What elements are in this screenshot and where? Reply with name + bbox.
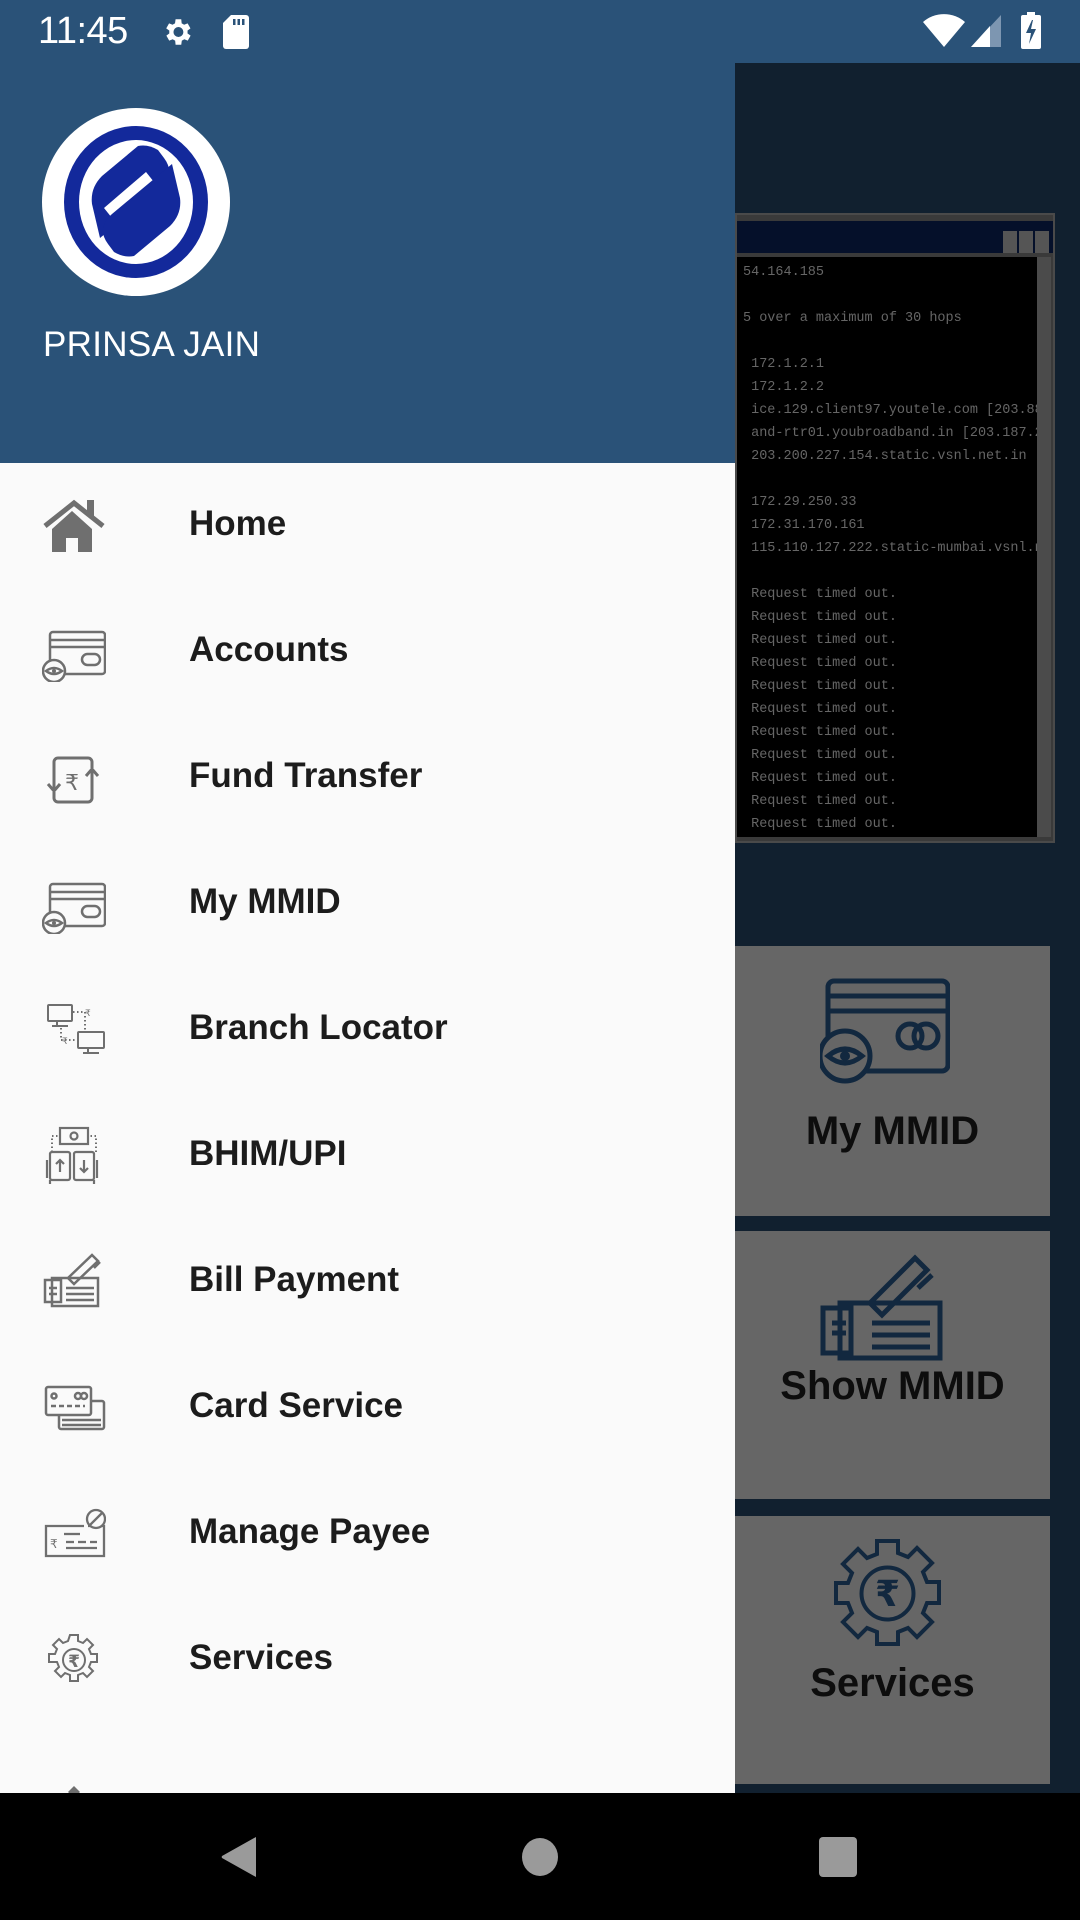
rupee-transfer-icon: ₹ [46,756,100,804]
terminal-line: Request timed out. [743,748,897,763]
terminal-line: 203.200.227.154.static.vsnl.net.in [203.… [751,449,1037,464]
tile-my-mmid[interactable]: My MMID [735,946,1050,1216]
recents-icon[interactable] [817,1835,859,1879]
menu-label: Bill Payment [189,1260,400,1299]
minimize-icon [1003,231,1017,253]
terminal-line: 5 over a maximum of 30 hops [743,311,962,326]
menu-label: Services [189,1638,334,1677]
menu-item-bill-payment[interactable]: Bill Payment [0,1219,735,1345]
terminal-line: Request timed out. [743,633,897,648]
maximize-icon [1019,231,1033,253]
terminal-line: Request timed out. [743,679,897,694]
menu-item-manage-payee[interactable]: ₹ Manage Payee [0,1471,735,1597]
terminal-line: Request timed out. [743,771,897,786]
terminal-line: Request timed out. [743,725,897,740]
system-nav-bar [0,1793,1080,1920]
terminal-line: ice.129.client97.youtele.com [203.88.129… [751,403,1037,418]
terminal-scrollbar [1037,257,1051,837]
terminal-line: and-rtr01.youbroadband.in [203.187.200.1… [751,426,1037,441]
cards-icon [44,1385,106,1431]
svg-text:₹: ₹ [68,1652,80,1672]
tile-label: Show MMID [780,1364,1005,1408]
menu-label: Card Service [189,1386,404,1425]
menu-item-fund-transfer[interactable]: ₹ Fund Transfer [0,715,735,841]
cheque-pen-icon [43,1253,101,1308]
menu-item-home[interactable]: Home [0,463,735,589]
terminal-line: 172.1.2.2 [743,380,825,395]
svg-text:₹: ₹ [875,1574,900,1615]
terminal-line: 172.1.2.1 [743,357,825,372]
menu-item-partial[interactable] [0,1723,735,1793]
home-circle-icon[interactable] [520,1835,560,1879]
menu-item-card-service[interactable]: Card Service [0,1345,735,1471]
terminal-line: Request timed out. [743,702,897,717]
close-icon [1035,231,1049,253]
svg-text:₹: ₹ [62,1037,68,1047]
card-eye-icon [42,630,106,682]
partial-item-icon [68,1786,80,1793]
back-icon[interactable] [218,1835,260,1879]
card-eye-icon [820,978,950,1084]
svg-text:₹: ₹ [85,1009,91,1019]
avatar[interactable] [42,108,230,296]
terminal-line: 172.29.250.33 [743,495,857,510]
menu-label: Fund Transfer [189,756,423,795]
menu-item-accounts[interactable]: Accounts [0,589,735,715]
terminal-line: 54.164.185 [743,265,825,280]
terminal-line: 115.110.127.222.static-mumbai.vsnl.net.i… [751,541,1037,556]
drawer-header: PRINSA JAIN [0,63,735,463]
menu-item-services[interactable]: ₹ Services [0,1597,735,1723]
menu-label: Branch Locator [189,1008,448,1047]
terminal-line: Request timed out. [743,817,897,832]
card-eye-icon [42,882,106,934]
menu-label: My MMID [189,882,341,921]
tile-label: My MMID [805,1109,980,1153]
battery-charging-icon [1020,12,1042,55]
signal-icon [970,14,1002,53]
tile-show-mmid[interactable]: Show MMID [735,1231,1050,1499]
svg-text:₹: ₹ [65,771,79,796]
tile-label: Services [810,1661,975,1705]
menu-label: Accounts [189,630,349,669]
wifi-icon [922,14,966,53]
menu-label: Home [189,504,287,543]
rupee-gear-icon: ₹ [48,1634,98,1682]
phone-payment-icon [45,1126,99,1184]
terminal-line: 172.31.170.161 [743,518,865,533]
sd-card-icon [222,14,250,55]
status-bar: 11:45 [0,0,1080,63]
menu-item-my-mmid[interactable]: My MMID [0,841,735,967]
rupee-gear-icon: ₹ [834,1539,941,1646]
network-computers-icon: ₹ ₹ [47,1004,105,1054]
svg-text:₹: ₹ [50,1537,58,1551]
home-icon [43,499,105,552]
user-name: PRINSA JAIN [43,325,261,364]
terminal-window-image: 54.164.185 5 over a maximum of 30 hops 1… [735,213,1055,843]
terminal-output: 54.164.185 5 over a maximum of 30 hops 1… [737,257,1037,837]
tile-services[interactable]: ₹ Services [735,1516,1050,1784]
gear-icon [160,15,194,54]
terminal-line: Request timed out. [743,587,897,602]
menu-label: BHIM/UPI [189,1134,347,1173]
terminal-line: Request timed out. [743,656,897,671]
status-time: 11:45 [38,10,128,52]
terminal-line: Request timed out. [743,610,897,625]
terminal-title-bar [737,221,1053,253]
cheque-pen-icon [820,1254,943,1361]
cheque-block-icon: ₹ [44,1508,106,1558]
bank-logo-icon [64,126,208,278]
menu-item-bhim-upi[interactable]: BHIM/UPI [0,1093,735,1219]
menu-item-branch-locator[interactable]: ₹ ₹ Branch Locator [0,967,735,1093]
menu-label: Manage Payee [189,1512,431,1551]
navigation-drawer: PRINSA JAIN Home Accounts ₹ Fund Transfe [0,63,735,1793]
drawer-menu: Home Accounts ₹ Fund Transfer My MMID ₹ … [0,463,735,1793]
terminal-line: Request timed out. [743,794,897,809]
